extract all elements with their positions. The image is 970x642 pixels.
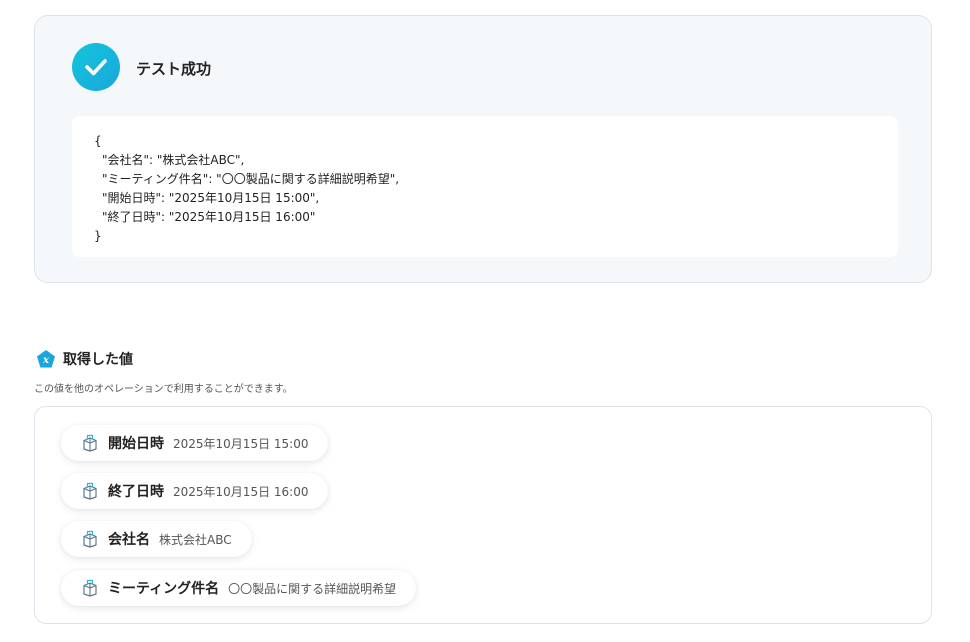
chip-label: ミーティング件名 <box>108 581 220 597</box>
variable-x-icon: x <box>37 350 55 368</box>
json-output: { "会社名": "株式会社ABC", "ミーティング件名": "〇〇製品に関す… <box>72 116 898 257</box>
json-line: "会社名": "株式会社ABC", <box>102 153 245 167</box>
chip-value: 株式会社ABC <box>159 532 232 547</box>
box-icon <box>83 482 97 500</box>
value-chip-meeting-subject[interactable]: ミーティング件名 〇〇製品に関する詳細説明希望 <box>61 570 417 606</box>
chip-label: 終了日時 <box>108 484 164 500</box>
svg-text:x: x <box>42 355 50 366</box>
json-line: "開始日時": "2025年10月15日 15:00", <box>102 191 320 205</box>
chip-value: 2025年10月15日 16:00 <box>173 484 309 499</box>
success-title: テスト成功 <box>136 60 212 78</box>
box-icon <box>83 579 97 597</box>
chip-label: 開始日時 <box>108 436 164 452</box>
json-line: } <box>94 229 102 243</box>
value-chip-start-datetime[interactable]: 開始日時 2025年10月15日 15:00 <box>61 425 329 461</box>
value-chip-company-name[interactable]: 会社名 株式会社ABC <box>61 521 252 557</box>
json-line: "ミーティング件名": "〇〇製品に関する詳細説明希望", <box>102 172 400 186</box>
json-line: { <box>94 134 102 148</box>
acquired-values-card: 開始日時 2025年10月15日 15:00 終了日時 2025年10月15日 … <box>34 406 932 624</box>
chip-value: 2025年10月15日 15:00 <box>173 436 309 451</box>
box-icon <box>83 530 97 548</box>
test-success-card: テスト成功 { "会社名": "株式会社ABC", "ミーティング件名": "〇… <box>34 15 932 283</box>
value-chip-end-datetime[interactable]: 終了日時 2025年10月15日 16:00 <box>61 473 329 509</box>
acquired-values-title: 取得した値 <box>63 352 133 368</box>
json-line: "終了日時": "2025年10月15日 16:00" <box>102 210 316 224</box>
check-icon <box>72 43 120 91</box>
box-icon <box>83 434 97 452</box>
chip-value: 〇〇製品に関する詳細説明希望 <box>228 581 397 596</box>
acquired-values-header: x 取得した値 <box>36 349 133 369</box>
chip-label: 会社名 <box>108 532 150 548</box>
acquired-values-description: この値を他のオペレーションで利用することができます。 <box>34 384 293 395</box>
